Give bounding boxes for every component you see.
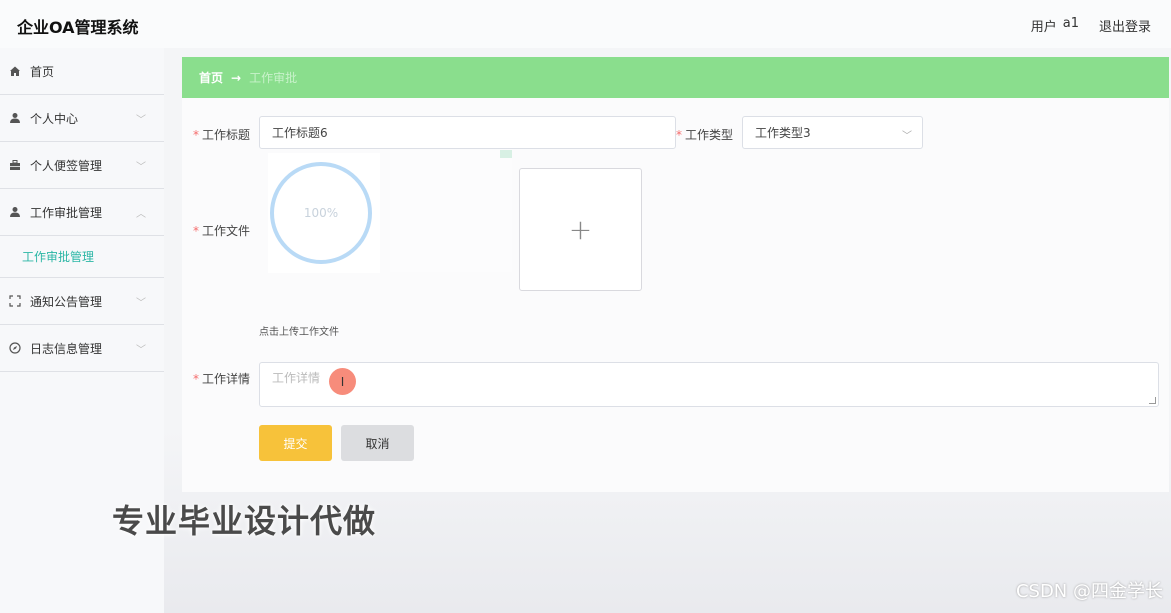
sidebar-item-log[interactable]: 日志信息管理 ﹀ bbox=[0, 325, 164, 372]
resize-handle-icon[interactable] bbox=[1149, 397, 1156, 404]
detail-label: * 工作详情 bbox=[193, 372, 251, 386]
text-cursor-icon: I bbox=[340, 374, 345, 389]
file-label: * 工作文件 bbox=[193, 224, 251, 238]
sidebar-item-notice[interactable]: 通知公告管理 ﹀ bbox=[0, 278, 164, 325]
sidebar-item-label: 通知公告管理 bbox=[30, 294, 103, 309]
app-title: 企业OA管理系统 bbox=[17, 18, 139, 37]
chevron-down-icon: ﹀ bbox=[136, 115, 146, 126]
user-label: 用户 bbox=[1030, 20, 1057, 35]
detail-textarea[interactable]: 工作详情 bbox=[259, 362, 1159, 407]
frame-icon bbox=[8, 294, 22, 308]
user-icon bbox=[8, 111, 22, 125]
plus-icon: + bbox=[568, 213, 593, 246]
sidebar-item-label: 日志信息管理 bbox=[30, 341, 103, 356]
promo-caption: 专业毕业设计代做 bbox=[112, 502, 377, 540]
title-input[interactable]: 工作标题6 bbox=[259, 116, 676, 149]
chevron-down-icon: ﹀ bbox=[136, 162, 146, 173]
sidebar-item-personal-center[interactable]: 个人中心 ﹀ bbox=[0, 95, 164, 142]
watermark: CSDN @四金学长 bbox=[1015, 581, 1163, 602]
sidebar-subitem-approval[interactable]: 工作审批管理 bbox=[0, 236, 164, 278]
sidebar-item-label: 个人便签管理 bbox=[30, 158, 103, 173]
preview-corner bbox=[500, 150, 512, 158]
username: a1 bbox=[1062, 16, 1079, 31]
type-select[interactable]: 工作类型3 ﹀ bbox=[742, 116, 923, 149]
detail-placeholder: 工作详情 bbox=[272, 371, 321, 385]
upload-progress-text: 100% bbox=[303, 206, 339, 220]
sidebar-item-label: 首页 bbox=[30, 64, 55, 79]
breadcrumb-home[interactable]: 首页 bbox=[199, 69, 223, 86]
user-icon bbox=[8, 205, 22, 219]
sidebar-item-approval[interactable]: 工作审批管理 ︿ bbox=[0, 189, 164, 236]
sidebar-item-notes[interactable]: 个人便签管理 ﹀ bbox=[0, 142, 164, 189]
sidebar-item-home[interactable]: 首页 bbox=[0, 48, 164, 95]
upload-button[interactable]: + bbox=[519, 168, 642, 291]
mouse-cursor-indicator: I bbox=[329, 368, 356, 395]
home-icon bbox=[8, 64, 22, 78]
type-label: * 工作类型 bbox=[676, 128, 734, 142]
chevron-down-icon: ﹀ bbox=[136, 298, 146, 309]
chevron-down-icon: ﹀ bbox=[136, 345, 146, 356]
arrow-right-icon: → bbox=[231, 70, 242, 85]
breadcrumb: 首页 → 工作审批 bbox=[182, 57, 1169, 98]
cancel-button[interactable]: 取消 bbox=[341, 425, 414, 461]
chevron-down-icon: ﹀ bbox=[902, 131, 912, 142]
upload-ghost-preview bbox=[390, 150, 512, 272]
top-header: 企业OA管理系统 用户 a1 退出登录 bbox=[0, 0, 1171, 48]
user-info: 用户 a1 bbox=[1031, 16, 1079, 35]
briefcase-icon bbox=[8, 158, 22, 172]
logout-link[interactable]: 退出登录 bbox=[1099, 16, 1151, 35]
header-user-area: 用户 a1 退出登录 bbox=[1031, 16, 1151, 35]
sidebar-item-label: 工作审批管理 bbox=[30, 205, 103, 220]
sidebar-item-label: 个人中心 bbox=[30, 111, 79, 126]
upload-hint: 点击上传工作文件 bbox=[259, 327, 339, 338]
title-label: * 工作标题 bbox=[193, 128, 251, 142]
submit-button[interactable]: 提交 bbox=[259, 425, 332, 461]
chevron-up-icon: ︿ bbox=[136, 209, 146, 220]
type-select-value: 工作类型3 bbox=[755, 126, 811, 140]
compass-icon bbox=[8, 341, 22, 355]
breadcrumb-current: 工作审批 bbox=[249, 71, 298, 85]
upload-progress-ring: 100% bbox=[270, 162, 372, 264]
